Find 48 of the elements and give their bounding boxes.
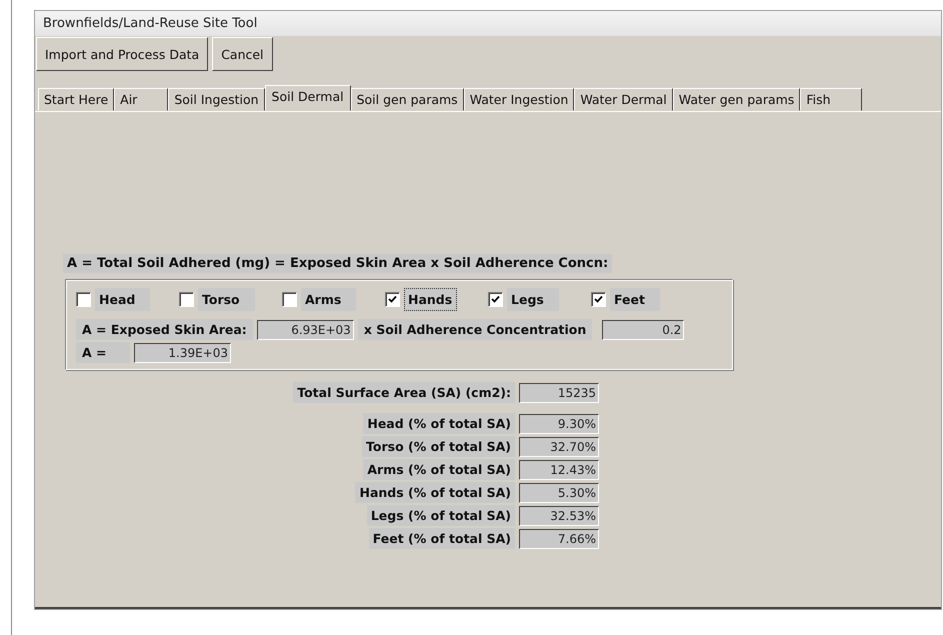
check-icon [387,294,398,305]
tab[interactable]: Water Dermal [574,88,673,111]
field-label: Legs (% of total SA) [366,505,515,526]
value-field[interactable]: 5.30% [519,482,599,502]
tab[interactable]: Soil Ingestion [168,88,265,111]
check-icon [490,294,501,305]
value-field[interactable]: 1.39E+03 [134,342,231,362]
tab[interactable]: Soil Dermal [264,85,351,111]
tab[interactable]: Water gen params [672,88,800,111]
tab[interactable]: Fish [800,88,862,111]
window-title: Brownfields/Land-Reuse Site Tool [35,11,941,36]
toolbar-button[interactable]: Cancel [212,37,273,71]
checkbox[interactable] [282,292,297,307]
value-field[interactable]: 15235 [519,382,599,402]
value-field[interactable]: 0.2 [602,320,684,340]
checkbox[interactable] [179,292,194,307]
formula-label: A = Total Soil Adhered (mg) = Exposed Skin Area x Soil Adherence Concn: [63,254,612,273]
field-label: Total Surface Area (SA) (cm2): [293,382,515,403]
checkbox-label[interactable]: Arms [301,288,356,311]
checkbox[interactable] [76,292,91,307]
tab[interactable]: Air [114,88,168,111]
field-label: Torso (% of total SA) [362,436,515,457]
check-icon [593,294,604,305]
checkbox[interactable] [385,292,400,307]
checkbox-label[interactable]: Torso [198,288,255,311]
value-field[interactable]: 32.53% [519,506,599,526]
value-field[interactable]: 12.43% [519,460,599,480]
field-label: A = [76,342,130,363]
checkbox-label[interactable]: Hands [404,288,458,311]
field-label: Feet (% of total SA) [368,528,515,549]
value-field[interactable]: 7.66% [519,528,599,548]
value-field[interactable]: 9.30% [519,414,599,434]
checkbox[interactable] [488,292,503,307]
toolbar-button[interactable]: Import and Process Data [36,37,208,71]
value-field[interactable]: 6.93E+03 [256,320,354,340]
field-label: Head (% of total SA) [363,413,515,434]
field-label: x Soil Adherence Concentration [358,319,592,340]
field-label: Arms (% of total SA) [363,459,515,480]
field-label: A = Exposed Skin Area: [76,319,253,340]
tab[interactable]: Start Here [38,88,114,111]
tab[interactable]: Water Ingestion [464,88,574,111]
checkbox-label[interactable]: Head [95,288,150,311]
checkbox[interactable] [591,292,606,307]
checkbox-label[interactable]: Feet [610,288,660,311]
field-label: Hands (% of total SA) [355,482,515,503]
tab[interactable]: Soil gen params [350,88,464,111]
value-field[interactable]: 32.70% [519,436,599,456]
checkbox-label[interactable]: Legs [507,288,559,311]
